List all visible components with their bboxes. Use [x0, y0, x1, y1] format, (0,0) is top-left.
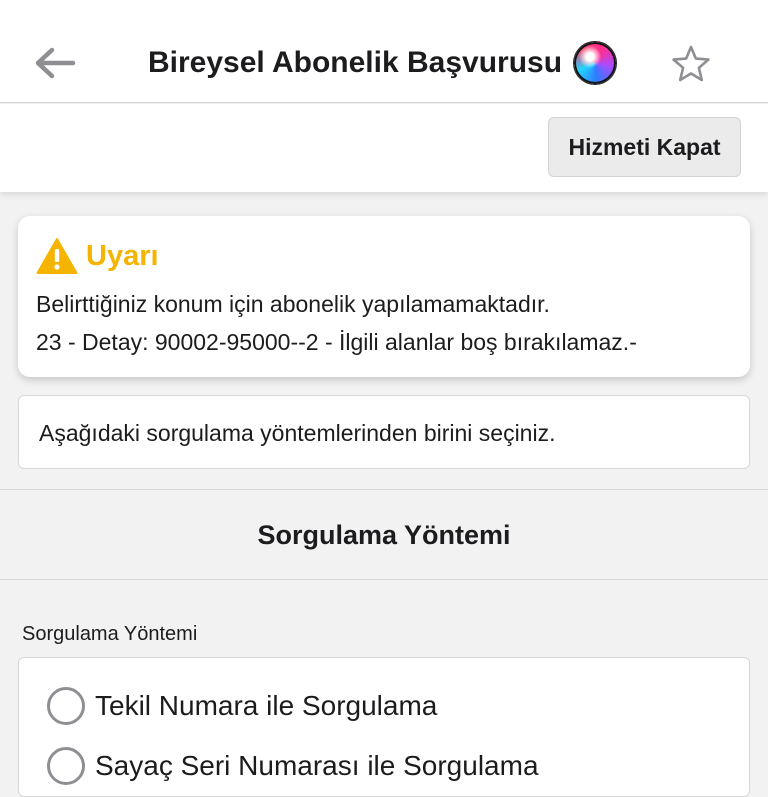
option-single-number[interactable]: Tekil Numara ile Sorgulama: [47, 686, 437, 726]
star-outline-icon: [672, 45, 710, 82]
section-header: Sorgulama Yöntemi: [0, 489, 768, 580]
warning-title: Uyarı: [86, 239, 159, 272]
warning-triangle-icon: [36, 238, 78, 274]
warning-card: Uyarı Belirttiğiniz konum için abonelik …: [18, 216, 750, 377]
title-wrap: Bireysel Abonelik Başvurusu: [148, 38, 617, 88]
warning-message-line-2: 23 - Detay: 90002-95000--2 - İlgili alan…: [36, 329, 637, 355]
info-box: Aşağıdaki sorgulama yöntemlerinden birin…: [18, 395, 750, 469]
option-meter-serial[interactable]: Sayaç Seri Numarası ile Sorgulama: [47, 746, 539, 786]
option-label: Tekil Numara ile Sorgulama: [95, 690, 438, 721]
info-text: Aşağıdaki sorgulama yöntemlerinden birin…: [39, 420, 556, 446]
toolbar: Hizmeti Kapat: [0, 104, 768, 192]
warning-message-line-1: Belirttiğiniz konum için abonelik yapıla…: [36, 291, 550, 317]
section-title: Sorgulama Yöntemi: [257, 520, 511, 550]
back-button[interactable]: [30, 40, 80, 86]
query-method-label: Sorgulama Yöntemi: [22, 623, 198, 645]
page-title: Bireysel Abonelik Başvurusu: [148, 46, 563, 79]
radio-button[interactable]: [47, 747, 85, 785]
arrow-left-icon: [35, 47, 76, 79]
close-service-button[interactable]: Hizmeti Kapat: [548, 117, 741, 177]
favorite-button[interactable]: [668, 41, 714, 87]
siri-icon[interactable]: [574, 42, 617, 84]
option-label: Sayaç Seri Numarası ile Sorgulama: [95, 750, 539, 781]
app-header: Bireysel Abonelik Başvurusu: [0, 0, 768, 103]
radio-button[interactable]: [47, 687, 85, 725]
query-method-options: Tekil Numara ile Sorgulama Sayaç Seri Nu…: [18, 657, 750, 797]
warning-header: Uyarı: [36, 236, 159, 276]
